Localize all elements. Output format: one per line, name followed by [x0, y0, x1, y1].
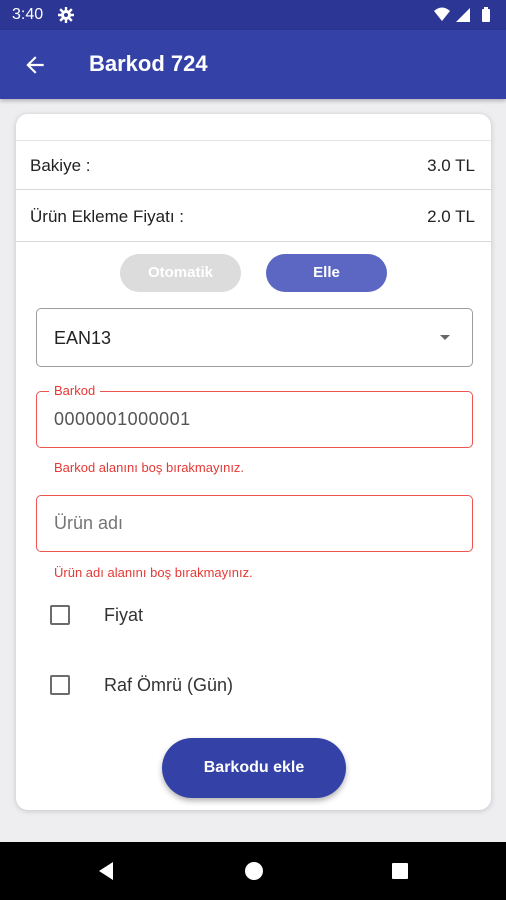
price-checkbox-label: Fiyat [104, 605, 144, 625]
product-fee-label: Ürün Ekleme Fiyatı : [30, 207, 184, 226]
barcode-input-label: Barkod [49, 383, 101, 399]
add-barcode-button[interactable]: Barkodu ekle [162, 738, 346, 798]
barcode-input[interactable]: Barkod 0000001000001 [36, 383, 473, 448]
page-title: Barkod 724 [89, 51, 208, 76]
barcode-error-text: Barkod alanını boş bırakmayınız. [54, 460, 245, 475]
system-nav-bar [0, 842, 506, 900]
battery-icon [482, 9, 490, 22]
gear-icon [58, 7, 74, 23]
balance-value: 3.0 TL [427, 156, 475, 175]
square-recents-icon[interactable] [390, 861, 410, 881]
status-time: 3:40 [12, 6, 44, 23]
barcode-type-value: EAN13 [54, 328, 112, 348]
wifi-icon [434, 7, 450, 21]
shelf-life-checkbox-label: Raf Ömrü (Gün) [104, 675, 234, 695]
system-status-icons [434, 7, 490, 22]
arrow-left-icon[interactable] [22, 52, 48, 78]
mode-automatic-button[interactable]: Otomatik [120, 254, 241, 292]
mode-manual-button[interactable]: Elle [266, 254, 387, 292]
product-name-placeholder: Ürün adı [54, 513, 124, 533]
product-fee-value: 2.0 TL [427, 207, 475, 226]
balance-row: Bakiye : 3.0 TL [16, 140, 491, 190]
product-fee-row: Ürün Ekleme Fiyatı : 2.0 TL [16, 192, 491, 242]
status-bar: 3:40 [0, 0, 506, 30]
shelf-life-checkbox[interactable] [50, 675, 70, 695]
caret-down-icon [440, 335, 450, 340]
signal-icon [456, 8, 470, 22]
barcode-input-value: 0000001000001 [54, 409, 191, 429]
product-name-error-text: Ürün adı alanını boş bırakmayınız. [54, 565, 253, 580]
circle-home-icon[interactable] [244, 861, 264, 881]
barcode-type-select[interactable]: EAN13 [36, 308, 473, 367]
barcode-form-card: Bakiye : 3.0 TL Ürün Ekleme Fiyatı : 2.0… [16, 114, 491, 810]
triangle-back-icon[interactable] [96, 861, 116, 881]
price-checkbox[interactable] [50, 605, 70, 625]
product-name-input[interactable]: Ürün adı [36, 495, 473, 552]
balance-label: Bakiye : [30, 156, 91, 175]
app-bar: Barkod 724 [0, 30, 506, 99]
